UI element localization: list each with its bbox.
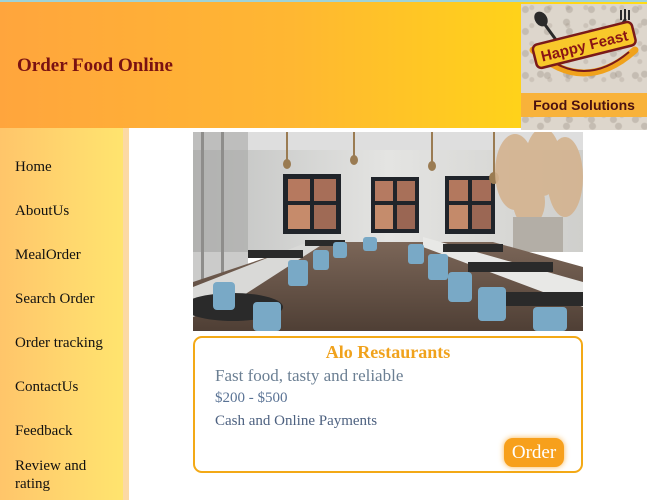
happy-feast-logo[interactable]: Happy Feast Food Solutions bbox=[521, 4, 647, 130]
restaurant-card: Alo Restaurants Fast food, tasty and rel… bbox=[193, 336, 583, 473]
header: Order Food Online Happy Feast Food Solut… bbox=[0, 0, 647, 130]
sidebar-item-review-and-rating[interactable]: Review and rating bbox=[15, 457, 115, 493]
order-button[interactable]: Order bbox=[504, 438, 564, 467]
sidebar-item-feedback[interactable]: Feedback bbox=[15, 422, 115, 440]
restaurant-description: Fast food, tasty and reliable bbox=[215, 366, 404, 385]
sidebar: Home AboutUs MealOrder Search Order Orde… bbox=[0, 128, 129, 500]
restaurant-photo bbox=[193, 132, 583, 331]
logo-graphic: Happy Feast bbox=[529, 9, 639, 77]
price-range: $200 - $500 bbox=[215, 390, 288, 406]
logo-tagline: Food Solutions bbox=[521, 93, 647, 117]
restaurant-name[interactable]: Alo Restaurants bbox=[195, 342, 581, 363]
sidebar-item-order-tracking[interactable]: Order tracking bbox=[15, 334, 115, 352]
sidebar-item-contactus[interactable]: ContactUs bbox=[15, 378, 115, 396]
page-title: Order Food Online bbox=[17, 55, 173, 76]
sidebar-item-mealorder[interactable]: MealOrder bbox=[15, 246, 115, 264]
sidebar-item-home[interactable]: Home bbox=[15, 158, 115, 176]
sidebar-item-search-order[interactable]: Search Order bbox=[15, 290, 115, 308]
sidebar-item-aboutus[interactable]: AboutUs bbox=[15, 202, 115, 220]
payment-methods: Cash and Online Payments bbox=[215, 413, 378, 429]
